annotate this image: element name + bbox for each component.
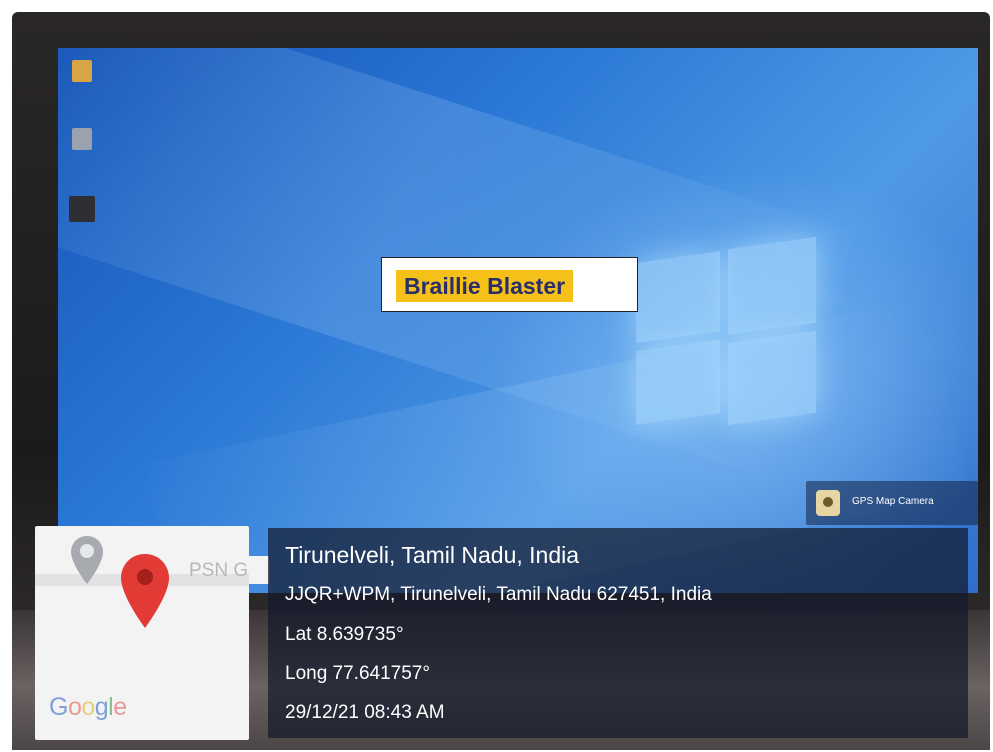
gps-map-camera-badge: GPS Map Camera [806, 481, 978, 525]
gps-badge-label: GPS Map Camera [852, 496, 934, 507]
windows-logo-pane-top-left [636, 251, 720, 343]
location-title: Tirunelveli, Tamil Nadu, India [285, 542, 580, 568]
windows-logo-icon [636, 236, 816, 433]
google-logo: Google [49, 693, 127, 721]
windows-logo-pane-top-right [728, 236, 816, 336]
app-shortcut-icon [69, 196, 95, 222]
recycle-bin-icon [72, 128, 92, 150]
location-info-panel: Tirunelveli, Tamil Nadu, India JJQR+WPM,… [268, 528, 968, 738]
app-title-callout: Braillie Blaster [381, 257, 638, 312]
windows-logo-pane-bottom-left [636, 339, 720, 425]
camera-app-icon [816, 490, 840, 516]
map-thumbnail: PSN G Google [35, 526, 249, 740]
desktop-icon-label [60, 86, 104, 94]
folder-icon [72, 60, 92, 82]
location-address: JJQR+WPM, Tirunelveli, Tamil Nadu 627451… [285, 584, 712, 605]
photo: Braillie Blaster GPS Map Camera PSN G Go… [0, 0, 993, 752]
desktop-icon-app[interactable] [60, 196, 104, 234]
desktop-icon-folder[interactable] [60, 60, 104, 94]
app-title: Braillie Blaster [396, 270, 574, 302]
location-latitude: Lat 8.639735° [285, 624, 404, 645]
desktop-icon-recycle-bin[interactable] [60, 128, 104, 162]
location-datetime: 29/12/21 08:43 AM [285, 702, 445, 723]
location-pin-icon [121, 554, 169, 628]
desktop-icon-label [60, 154, 104, 162]
map-place-label: PSN G [189, 560, 249, 581]
location-longitude: Long 77.641757° [285, 663, 430, 684]
gray-pin-icon [71, 536, 103, 584]
desktop-icon-label [60, 226, 104, 234]
windows-logo-pane-bottom-right [728, 330, 816, 426]
